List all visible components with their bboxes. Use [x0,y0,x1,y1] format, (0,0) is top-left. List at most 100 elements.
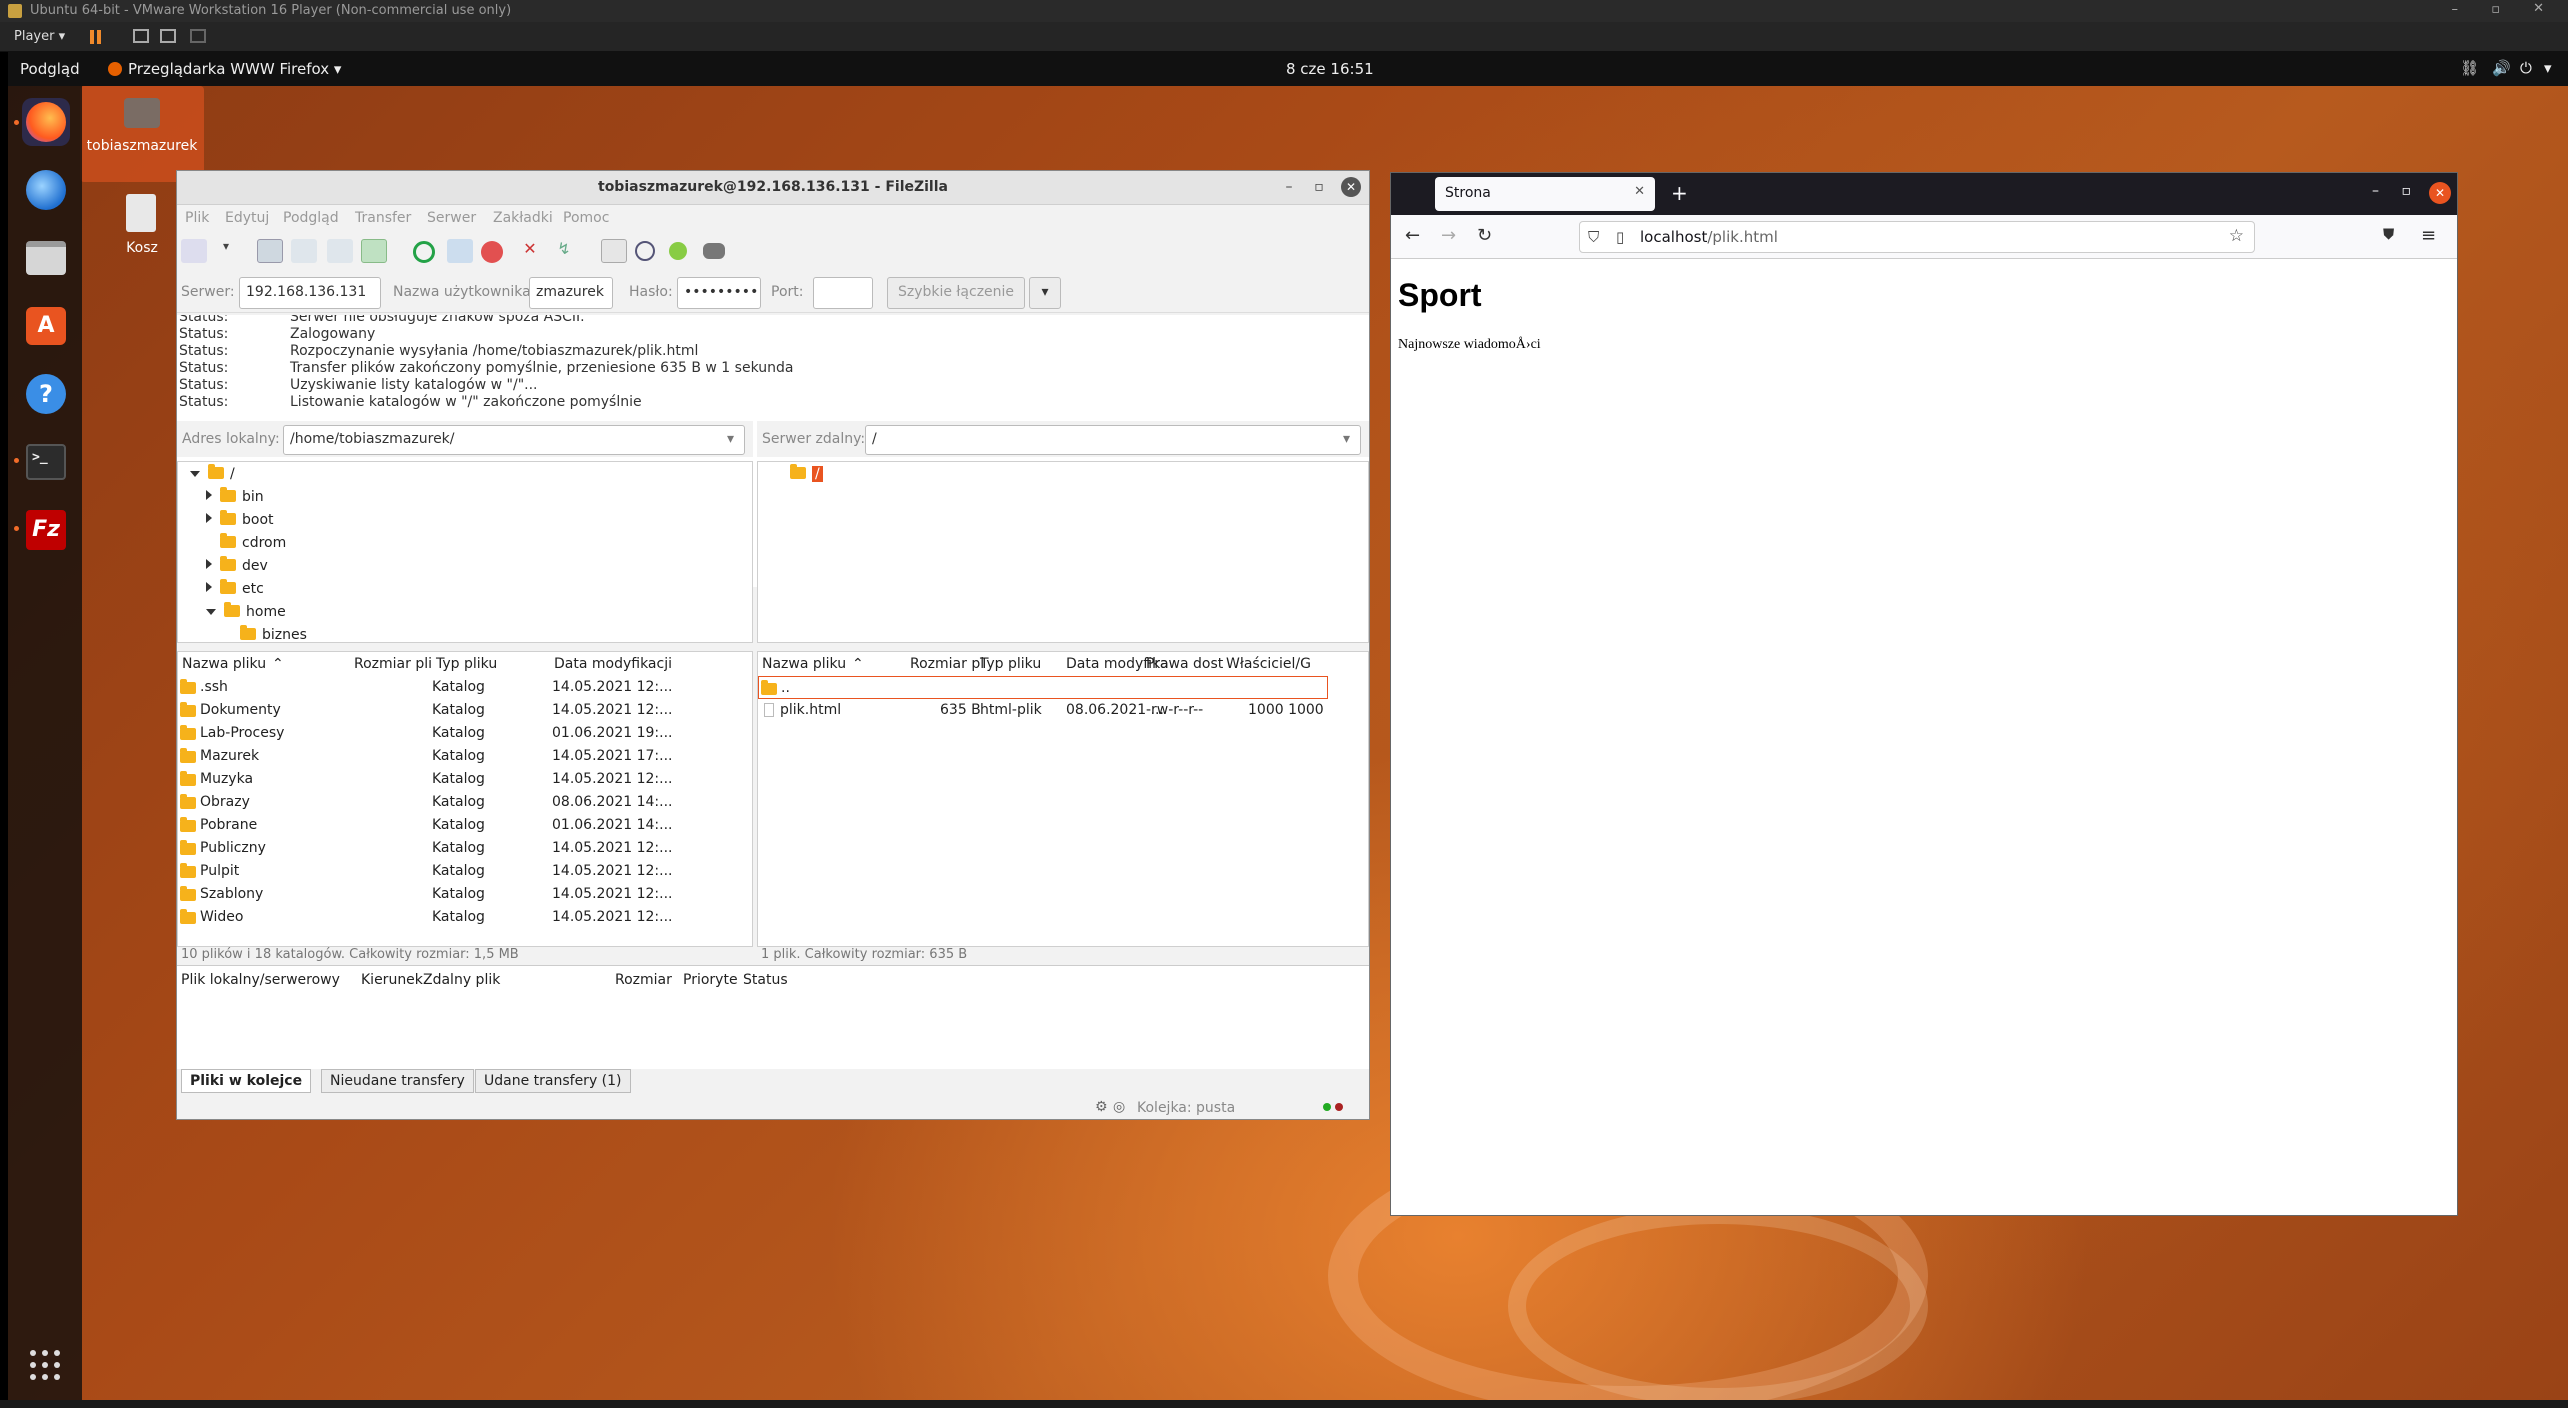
menu-plik[interactable]: Plik [185,210,209,226]
minimize-icon[interactable]: – [1279,177,1299,197]
list-item[interactable]: Lab-Procesy Katalog 01.06.2021 19:... [178,722,752,745]
remote-address-input[interactable]: / ▾ [865,425,1361,455]
list-item-parent[interactable]: .. [758,676,1328,699]
column-size[interactable]: Rozmiar [615,972,672,988]
pocket-icon[interactable]: ⛊ [2383,225,2394,243]
maximize-icon[interactable]: ▫ [1309,177,1329,197]
list-item[interactable]: Szablony Katalog 14.05.2021 12:... [178,883,752,906]
search-files-icon[interactable] [703,243,725,259]
column-direction[interactable]: Kierunek [361,972,423,988]
list-item[interactable]: Wideo Katalog 14.05.2021 12:... [178,906,752,929]
page-info-icon[interactable]: ▯ [1616,228,1624,246]
server-input[interactable]: 192.168.136.131 [239,277,381,309]
password-input[interactable]: •••••••••• [677,277,761,309]
menu-pomoc[interactable]: Pomoc [563,210,609,226]
column-priority[interactable]: Prioryte [683,972,738,988]
help-icon[interactable]: ? [22,370,70,418]
column-remote-file[interactable]: Zdalny plik [423,972,500,988]
column-size[interactable]: Rozmiar pli [354,656,432,672]
site-manager-icon[interactable] [181,239,207,263]
port-input[interactable] [813,277,873,309]
sync-browsing-icon[interactable] [669,242,687,260]
quickconnect-button[interactable]: Szybkie łączenie [887,277,1025,309]
new-tab-icon[interactable]: + [1671,181,1688,205]
system-menu-arrow-icon[interactable]: ▾ [2544,59,2552,77]
terminal-icon[interactable]: >_ [22,438,70,486]
toggle-queue-icon[interactable] [361,239,387,263]
desktop-icon-trash[interactable]: Kosz [110,194,174,264]
column-name[interactable]: Nazwa pliku [762,656,846,672]
close-icon[interactable]: ✕ [2429,182,2451,204]
tab-queued-files[interactable]: Pliki w kolejce [181,1069,312,1093]
fullscreen-icon[interactable] [160,29,176,43]
hamburger-menu-icon[interactable]: ≡ [2421,225,2436,246]
show-apps-icon[interactable] [30,1350,60,1380]
site-manager-dropdown-icon[interactable]: ▾ [213,239,239,263]
toggle-remote-tree-icon[interactable] [327,239,353,263]
column-size[interactable]: Rozmiar pl [910,656,984,672]
column-name[interactable]: Nazwa pliku [182,656,266,672]
list-item[interactable]: Publiczny Katalog 14.05.2021 12:... [178,837,752,860]
list-item[interactable]: Dokumenty Katalog 14.05.2021 12:... [178,699,752,722]
files-icon[interactable] [22,234,70,282]
thunderbird-icon[interactable] [22,166,70,214]
tab-strona[interactable]: Strona ✕ [1435,177,1655,211]
power-icon[interactable]: ⏻ [2520,59,2532,77]
list-item[interactable]: plik.html 635 B html-plik 08.06.2021 ...… [758,699,1368,722]
list-item[interactable]: Pulpit Katalog 14.05.2021 12:... [178,860,752,883]
list-item[interactable]: Obrazy Katalog 08.06.2021 14:... [178,791,752,814]
url-bar[interactable]: ⛉ ▯ localhost/plik.html ☆ [1579,221,2255,253]
column-local-file[interactable]: Plik lokalny/serwerowy [181,972,340,988]
menu-serwer[interactable]: Serwer [427,210,476,226]
cancel-icon[interactable] [481,241,503,263]
column-type[interactable]: Typ pliku [980,656,1041,672]
tab-failed-transfers[interactable]: Nieudane transfery [321,1069,474,1093]
desktop-icon-home[interactable]: tobiaszmazurek [80,86,204,182]
activities-button[interactable]: Podgląd [20,60,80,78]
player-menu[interactable]: Player ▾ [14,29,65,44]
reload-icon[interactable]: ↻ [1477,225,1492,246]
tree-item[interactable]: / [190,464,235,488]
list-item[interactable]: Mazurek Katalog 14.05.2021 17:... [178,745,752,768]
list-item[interactable]: Pobrane Katalog 01.06.2021 14:... [178,814,752,837]
local-address-input[interactable]: /home/tobiaszmazurek/ ▾ [283,425,745,455]
bookmark-star-icon[interactable]: ☆ [2229,226,2244,246]
forward-icon[interactable]: → [1441,225,1456,246]
toggle-filename-filter-icon[interactable] [635,241,655,261]
disconnect-icon[interactable]: ✕ [517,239,543,263]
software-icon[interactable]: A [22,302,70,350]
tree-item[interactable]: / [790,464,823,488]
clock[interactable]: 8 cze 16:51 [1286,60,1374,78]
username-input[interactable]: zmazurek [529,277,613,309]
shield-icon[interactable]: ⛉ [1588,228,1599,246]
maximize-icon[interactable]: ▫ [2491,2,2500,17]
column-permissions[interactable]: Prawa dost [1146,656,1223,672]
column-owner[interactable]: Właściciel/G [1226,656,1311,672]
refresh-icon[interactable] [413,241,435,263]
list-item[interactable]: Muzyka Katalog 14.05.2021 12:... [178,768,752,791]
close-icon[interactable]: ✕ [1341,177,1361,197]
menu-edytuj[interactable]: Edytuj [225,210,269,226]
tree-item[interactable]: home [206,602,286,626]
speed-limit-icon[interactable]: ◎ [1113,1099,1125,1115]
reconnect-icon[interactable]: ↯ [551,239,577,263]
tree-item[interactable]: dev [206,556,268,580]
unity-icon[interactable] [190,29,206,43]
minimize-icon[interactable]: – [2452,2,2459,17]
chevron-down-icon[interactable]: ▾ [727,431,734,447]
network-icon[interactable]: ⛓ [2460,59,2479,77]
tree-item[interactable]: etc [206,579,264,603]
quickconnect-dropdown-icon[interactable]: ▾ [1029,277,1061,309]
back-icon[interactable]: ← [1405,225,1420,246]
tree-item[interactable]: boot [206,510,274,534]
close-tab-icon[interactable]: ✕ [1634,184,1645,199]
menu-zakladki[interactable]: Zakładki [493,210,553,226]
list-item[interactable]: .ssh Katalog 14.05.2021 12:... [178,676,752,699]
menu-transfer[interactable]: Transfer [355,210,411,226]
app-menu[interactable]: Przeglądarka WWW Firefox ▾ [108,60,341,78]
chevron-down-icon[interactable]: ▾ [1343,431,1350,447]
column-type[interactable]: Typ pliku [436,656,497,672]
pause-icon[interactable] [90,30,94,44]
column-status[interactable]: Status [743,972,788,988]
firefox-icon[interactable] [22,98,70,146]
